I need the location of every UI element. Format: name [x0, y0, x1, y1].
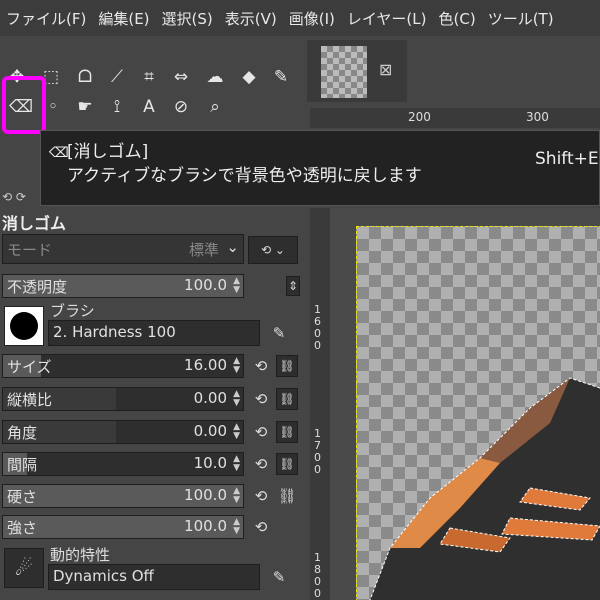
link-hardness-icon[interactable]: ⛓ — [276, 485, 298, 507]
brush-value: 2. Hardness 100 — [53, 323, 176, 341]
aspect-label: 縦横比 — [7, 391, 53, 409]
tool-options-title: 消しゴム — [2, 214, 67, 233]
dock-tab-icons: ⟲ ⟳ — [2, 190, 26, 204]
brush-preview[interactable] — [4, 306, 44, 346]
menu-file[interactable]: ファイル(F) — [0, 8, 92, 29]
size-label: サイズ — [7, 358, 52, 376]
aspect-value: 0.00 — [193, 389, 227, 407]
brush-label: ブラシ — [50, 302, 95, 320]
ruler-label: 200 — [408, 110, 431, 124]
close-icon[interactable]: ⊠ — [379, 60, 392, 79]
hardness-label: 硬さ — [7, 488, 38, 506]
image-tab[interactable]: ⊠ — [307, 40, 407, 102]
hardness-slider[interactable]: 硬さ 100.0 ▲ ▼ — [2, 484, 244, 508]
force-slider[interactable]: 強さ 100.0 ▲ ▼ — [2, 515, 244, 539]
menu-layer[interactable]: レイヤー(L) — [341, 8, 433, 29]
text-tool-icon[interactable]: A — [134, 92, 164, 122]
chevron-down-icon: ⌄ — [226, 238, 239, 256]
spin-icon[interactable]: ▲ ▼ — [233, 518, 240, 536]
size-value: 16.00 — [184, 356, 227, 374]
ruler-label: 300 — [526, 110, 549, 124]
spin-icon[interactable]: ▲ ▼ — [233, 277, 240, 295]
spin-icon[interactable]: ▲ ▼ — [233, 423, 240, 441]
brush-select[interactable]: 2. Hardness 100 — [48, 320, 260, 346]
color-picker-tool-icon[interactable]: ⊘ — [166, 92, 196, 122]
eraser-tooltip: ⌫ [消しゴム] アクティブなブラシで背景色や透明に戻します Shift+E — [40, 130, 600, 206]
opacity-spin[interactable]: ⇕ — [286, 276, 300, 296]
aspect-slider[interactable]: 縦横比 0.00 ▲ ▼ — [2, 387, 244, 411]
spacing-slider[interactable]: 間隔 10.0 ▲ ▼ — [2, 452, 244, 476]
reset-force-icon[interactable]: ⟲ — [250, 516, 272, 538]
ruler-label: 1600 — [314, 303, 321, 352]
force-label: 強さ — [7, 519, 38, 537]
reset-aspect-icon[interactable]: ⟲ — [250, 388, 272, 410]
spin-icon[interactable]: ▲ ▼ — [233, 357, 240, 375]
dynamics-select[interactable]: Dynamics Off — [48, 564, 260, 590]
tooltip-title: [消しゴム] — [67, 142, 149, 162]
image-thumbnail — [321, 46, 367, 98]
dynamics-value: Dynamics Off — [53, 567, 154, 585]
menu-image[interactable]: 画像(I) — [283, 8, 341, 29]
zoom-tool-icon[interactable]: ⌕ — [200, 92, 230, 122]
paintbrush-tool-icon[interactable]: ✎ — [266, 62, 296, 92]
reset-size-icon[interactable]: ⟲ — [250, 355, 272, 377]
size-slider[interactable]: サイズ 16.00 ▲ ▼ — [2, 354, 244, 378]
vertical-ruler: 1600 1700 1800 — [310, 208, 330, 600]
angle-label: 角度 — [7, 424, 38, 442]
reset-angle-icon[interactable]: ⟲ — [250, 421, 272, 443]
spin-icon[interactable]: ▲ ▼ — [233, 390, 240, 408]
menu-edit[interactable]: 編集(E) — [92, 8, 155, 29]
warp-tool-icon[interactable]: ☁ — [200, 62, 230, 92]
angle-value: 0.00 — [193, 422, 227, 440]
eraser-icon: ⌫ — [49, 145, 69, 161]
dynamics-icon[interactable]: ☄ — [4, 548, 44, 588]
spin-icon[interactable]: ▲ ▼ — [233, 487, 240, 505]
edit-dynamics-icon[interactable]: ✎ — [268, 566, 290, 588]
menu-view[interactable]: 表示(V) — [219, 8, 283, 29]
menu-select[interactable]: 選択(S) — [156, 8, 219, 29]
tooltip-shortcut: Shift+E — [535, 149, 599, 169]
hardness-value: 100.0 — [184, 486, 227, 504]
ruler-label: 1700 — [314, 427, 321, 476]
spacing-label: 間隔 — [7, 456, 38, 474]
horizontal-ruler: 200 300 — [310, 108, 600, 128]
opacity-value: 100.0 — [184, 276, 227, 294]
lasso-tool-icon[interactable]: ᗝ — [70, 62, 100, 92]
tooltip-description: アクティブなブラシで背景色や透明に戻します — [67, 166, 422, 186]
bucket-fill-tool-icon[interactable]: ◆ — [234, 62, 264, 92]
mode-value: 標準 — [188, 241, 219, 259]
layer-artwork — [369, 377, 600, 600]
mode-select[interactable]: モード 標準 ⌄ — [2, 234, 244, 264]
path-tool-icon[interactable]: ⟟ — [102, 92, 132, 122]
reset-hardness-icon[interactable]: ⟲ — [250, 485, 272, 507]
menu-colors[interactable]: 色(C) — [433, 8, 482, 29]
crop-tool-icon[interactable]: ⌗ — [134, 62, 164, 92]
mode-label: モード — [7, 241, 53, 259]
spacing-value: 10.0 — [193, 454, 227, 472]
mode-options-button[interactable]: ⟲ ⌄ — [248, 236, 298, 264]
eraser-highlight — [2, 76, 46, 134]
smudge-tool-icon[interactable]: ☛ — [70, 92, 100, 122]
image-canvas[interactable] — [330, 208, 600, 600]
reset-spacing-icon[interactable]: ⟲ — [250, 453, 272, 475]
spin-icon[interactable]: ▲ ▼ — [233, 455, 240, 473]
link-aspect-icon[interactable]: ⛓ — [276, 388, 298, 410]
edit-brush-icon[interactable]: ✎ — [268, 322, 290, 344]
tool-options-panel: ⟲ ⟳ 消しゴム モード 標準 ⌄ ⟲ ⌄ 不透明度 100.0 ▲ ▼ ⇕ ブラ… — [0, 190, 304, 600]
opacity-label: 不透明度 — [7, 278, 68, 296]
brush-dot-icon — [10, 312, 38, 340]
angle-slider[interactable]: 角度 0.00 ▲ ▼ — [2, 420, 244, 444]
dynamics-label: 動的特性 — [50, 546, 111, 564]
link-size-icon[interactable]: ⛓ — [276, 355, 298, 377]
ruler-label: 1800 — [314, 551, 321, 600]
fuzzy-select-tool-icon[interactable]: ⟋ — [102, 62, 132, 92]
transform-tool-icon[interactable]: ⇔ — [166, 62, 196, 92]
force-value: 100.0 — [184, 517, 227, 535]
menu-tools[interactable]: ツール(T) — [482, 8, 560, 29]
menu-bar: ファイル(F) 編集(E) 選択(S) 表示(V) 画像(I) レイヤー(L) … — [0, 0, 600, 36]
link-angle-icon[interactable]: ⛓ — [276, 421, 298, 443]
opacity-slider[interactable]: 不透明度 100.0 ▲ ▼ — [2, 274, 244, 298]
link-spacing-icon[interactable]: ⛓ — [276, 453, 298, 475]
